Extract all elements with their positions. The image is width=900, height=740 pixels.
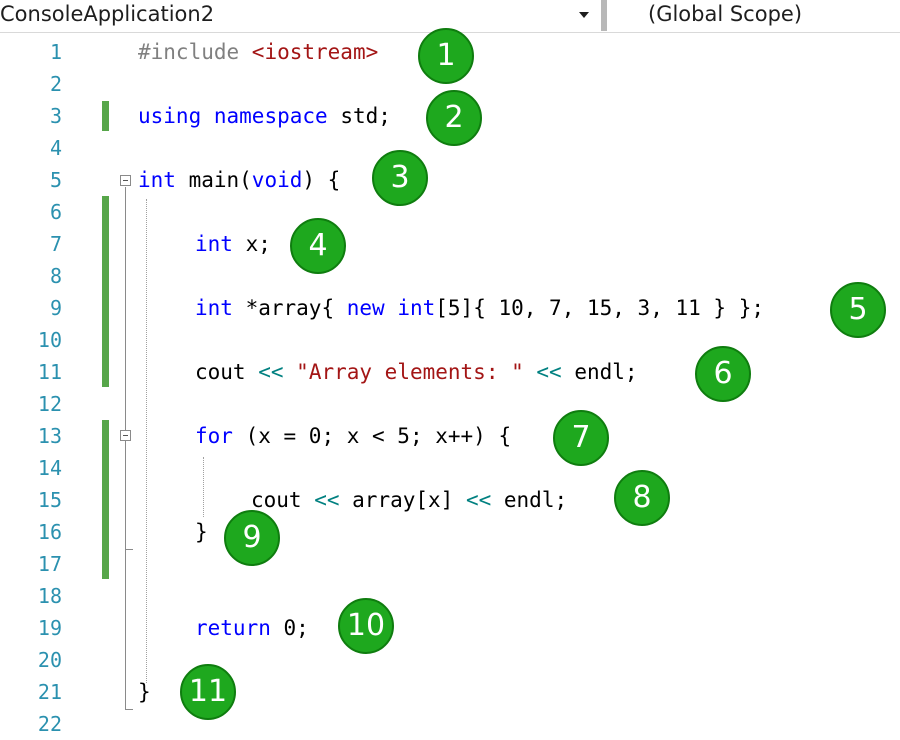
line-number: 7	[49, 232, 62, 256]
keyword: using	[138, 104, 202, 128]
code-line-for-close[interactable]: }	[195, 516, 208, 548]
line-number: 10	[37, 328, 62, 352]
code-text: (x = 0; x < 5; x++) {	[232, 424, 512, 448]
collapse-icon[interactable]	[120, 430, 131, 441]
code-line-include[interactable]: #include <iostream>	[138, 36, 378, 68]
code-line-main-close[interactable]: }	[138, 676, 151, 708]
operator: <<	[258, 360, 284, 384]
line-number: 20	[37, 648, 62, 672]
line-number: 21	[37, 680, 62, 704]
line-number: 11	[37, 360, 62, 384]
code-line-using[interactable]: using namespace std;	[138, 100, 391, 132]
code-line-for[interactable]: for (x = 0; x < 5; x++) {	[195, 420, 511, 452]
code-text: ) {	[302, 168, 341, 192]
code-line-cout-element[interactable]: cout << array[x] << endl;	[251, 484, 567, 516]
keyword: namespace	[213, 104, 328, 128]
annotation-badge: 7	[553, 410, 609, 466]
keyword: int	[195, 296, 233, 320]
keyword: for	[195, 424, 233, 448]
indent-guide	[203, 457, 204, 517]
line-number: 4	[49, 136, 62, 160]
code-text: }	[138, 680, 151, 704]
code-text: 0;	[270, 616, 309, 640]
annotation-badge: 3	[372, 150, 428, 206]
code-line-array[interactable]: int *array{ new int[5]{ 10, 7, 15, 3, 11…	[195, 292, 764, 324]
code-text: cout	[195, 360, 259, 384]
collapse-icon[interactable]	[120, 175, 131, 186]
annotation-badge: 6	[695, 346, 751, 402]
line-number: 14	[37, 456, 62, 480]
chevron-down-icon[interactable]	[579, 12, 589, 18]
line-number: 6	[49, 200, 62, 224]
code-text: main(	[175, 168, 252, 192]
project-dropdown[interactable]: ConsoleApplication2	[0, 0, 600, 30]
keyword: int	[195, 232, 233, 256]
code-editor[interactable]: 1 2 3 4 5 6 7 8 9 10 11 12 13 14 15 16 1…	[0, 28, 900, 736]
string-literal: "Array elements: "	[296, 360, 524, 384]
line-number: 8	[49, 264, 62, 288]
code-line-cout-heading[interactable]: cout << "Array elements: " << endl;	[195, 356, 638, 388]
code-text: endl;	[561, 360, 638, 384]
line-number: 5	[49, 168, 62, 192]
code-line-declare-x[interactable]: int x;	[195, 228, 271, 260]
include-header: <iostream>	[251, 40, 379, 64]
annotation-badge: 10	[338, 598, 394, 654]
keyword: new	[346, 296, 385, 320]
code-text: cout	[251, 488, 315, 512]
annotation-badge: 2	[426, 90, 482, 146]
line-number: 9	[49, 296, 62, 320]
keyword: int	[138, 168, 176, 192]
preprocessor-directive: #include	[138, 40, 252, 64]
line-number: 19	[37, 616, 62, 640]
annotation-badge: 1	[418, 28, 474, 84]
operator: <<	[536, 360, 562, 384]
line-number: 17	[37, 552, 62, 576]
code-text: array[x]	[339, 488, 466, 512]
code-text: std;	[327, 104, 391, 128]
code-text: }	[195, 520, 208, 544]
keyword: return	[195, 616, 271, 640]
outline-tick	[125, 549, 133, 550]
annotation-badge: 8	[614, 470, 670, 526]
line-number: 18	[37, 584, 62, 608]
code-line-main[interactable]: int main(void) {	[138, 164, 340, 196]
line-number: 2	[49, 72, 62, 96]
outline-line	[125, 187, 126, 710]
code-text: *array{	[232, 296, 347, 320]
scope-dropdown-label: (Global Scope)	[648, 2, 803, 26]
line-number: 13	[37, 424, 62, 448]
code-text: endl;	[491, 488, 568, 512]
code-line-return[interactable]: return 0;	[195, 612, 309, 644]
project-dropdown-label: ConsoleApplication2	[0, 2, 215, 26]
indent-guide	[146, 199, 147, 683]
scope-dropdown[interactable]: (Global Scope)	[607, 0, 900, 30]
change-indicator	[102, 420, 109, 579]
line-number: 22	[37, 712, 62, 736]
annotation-badge: 11	[180, 664, 236, 720]
operator: <<	[465, 488, 492, 512]
operator: <<	[314, 488, 340, 512]
annotation-badge: 4	[290, 218, 346, 274]
line-number: 1	[49, 40, 62, 64]
annotation-badge: 5	[830, 282, 886, 338]
annotation-badge: 9	[224, 510, 280, 566]
line-number: 3	[49, 104, 62, 128]
keyword: void	[251, 168, 303, 192]
line-number: 16	[37, 520, 62, 544]
code-text: [5]{ 10, 7, 15, 3, 11 } };	[435, 296, 764, 320]
change-indicator	[102, 101, 109, 131]
change-indicator	[102, 196, 109, 387]
line-number: 12	[37, 392, 62, 416]
code-text: x;	[232, 232, 271, 256]
outline-tick	[125, 709, 133, 710]
line-number: 15	[37, 488, 62, 512]
keyword: int	[397, 296, 436, 320]
